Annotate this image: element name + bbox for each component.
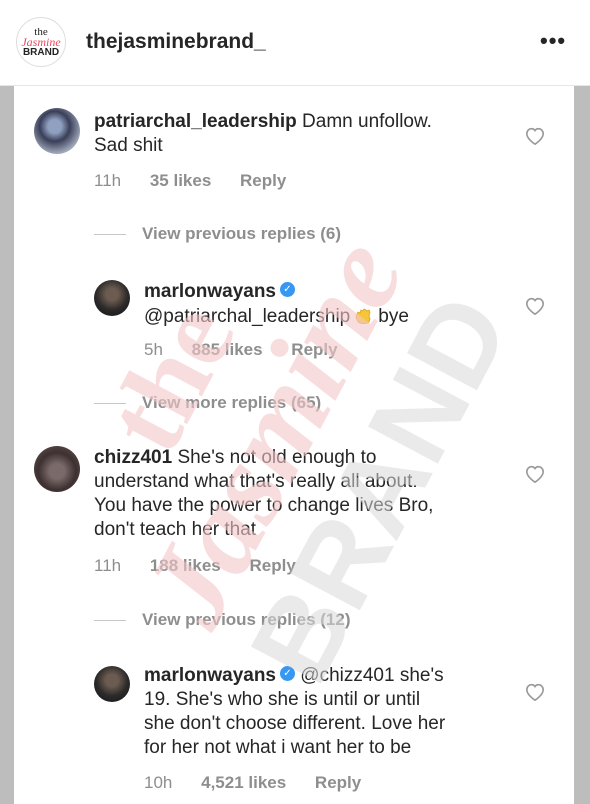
view-previous-replies[interactable]: View previous replies (12) (142, 610, 351, 630)
reply-marlonwayans: marlonwayans ✓ @chizz401 she's 19. She's … (144, 664, 524, 760)
verified-badge-icon: ✓ (280, 282, 295, 298)
comment-meta: 5h 885 likes Reply (144, 340, 362, 360)
comment-time: 11h (94, 171, 122, 190)
profile-avatar-logo[interactable]: the Jasmine BRAND (16, 17, 66, 67)
comment-text: Sad shit (94, 135, 163, 156)
comment-likes[interactable]: 885 likes (192, 340, 263, 359)
like-heart-icon[interactable] (524, 126, 546, 146)
logo-text-brand: BRAND (22, 47, 60, 58)
comment-username[interactable]: marlonwayans (144, 665, 276, 686)
profile-username[interactable]: thejasminebrand_ (86, 30, 266, 54)
comment-meta: 10h 4,521 likes Reply (144, 773, 385, 793)
comment-text: don't teach her that (94, 519, 257, 540)
reply-button[interactable]: Reply (291, 340, 337, 359)
comment-meta: 11h 35 likes Reply (94, 171, 310, 191)
replies-divider (94, 403, 126, 404)
comment-text: @chizz401 she's (300, 665, 444, 686)
comment-likes[interactable]: 35 likes (150, 171, 211, 190)
waving-hand-icon (355, 308, 371, 325)
like-heart-icon[interactable] (524, 296, 546, 316)
comment-text: she don't choose different. Love her (144, 713, 446, 734)
replies-divider (94, 234, 126, 235)
more-options-icon[interactable]: ••• (540, 28, 566, 54)
avatar-marlonwayans[interactable] (94, 280, 130, 316)
view-previous-replies[interactable]: View previous replies (6) (142, 224, 341, 244)
avatar-chizz401[interactable] (34, 446, 80, 492)
comment-text: You have the power to change lives Bro, (94, 495, 434, 516)
mention-link[interactable]: @patriarchal_leadership (144, 306, 350, 327)
comment-time: 11h (94, 556, 122, 575)
view-more-replies[interactable]: View more replies (65) (142, 393, 321, 413)
comment-text: understand what that's really all about. (94, 471, 418, 492)
reply-button[interactable]: Reply (315, 773, 361, 792)
post-header: the Jasmine BRAND thejasminebrand_ ••• (0, 0, 590, 86)
comment-username[interactable]: patriarchal_leadership (94, 111, 297, 132)
comment-chizz401: chizz401 She's not old enough to underst… (94, 446, 514, 542)
comment-time: 10h (144, 773, 173, 792)
comment-username[interactable]: chizz401 (94, 447, 172, 468)
replies-divider (94, 620, 126, 621)
reply-marlonwayans: marlonwayans ✓ @patriarchal_leadership bye (144, 280, 524, 329)
reply-button[interactable]: Reply (240, 171, 286, 190)
like-heart-icon[interactable] (524, 464, 546, 484)
comment-time: 5h (144, 340, 163, 359)
reply-button[interactable]: Reply (249, 556, 295, 575)
comment-likes[interactable]: 188 likes (150, 556, 221, 575)
comment-text: for her not what i want her to be (144, 737, 412, 758)
comment-text: bye (378, 306, 409, 327)
comment-meta: 11h 188 likes Reply (94, 556, 320, 576)
comment-username[interactable]: marlonwayans (144, 281, 276, 302)
comment-text: She's not old enough to (177, 447, 377, 468)
like-heart-icon[interactable] (524, 682, 546, 702)
avatar-marlonwayans[interactable] (94, 666, 130, 702)
avatar-patriarchal-leadership[interactable] (34, 108, 80, 154)
comment-text: Damn unfollow. (302, 111, 432, 132)
comment-patriarchal-leadership: patriarchal_leadership Damn unfollow. Sa… (94, 110, 514, 158)
comment-text: 19. She's who she is until or until (144, 689, 421, 710)
logo-text-jasmine: Jasmine (21, 35, 61, 49)
verified-badge-icon: ✓ (280, 666, 295, 682)
comment-likes[interactable]: 4,521 likes (201, 773, 286, 792)
